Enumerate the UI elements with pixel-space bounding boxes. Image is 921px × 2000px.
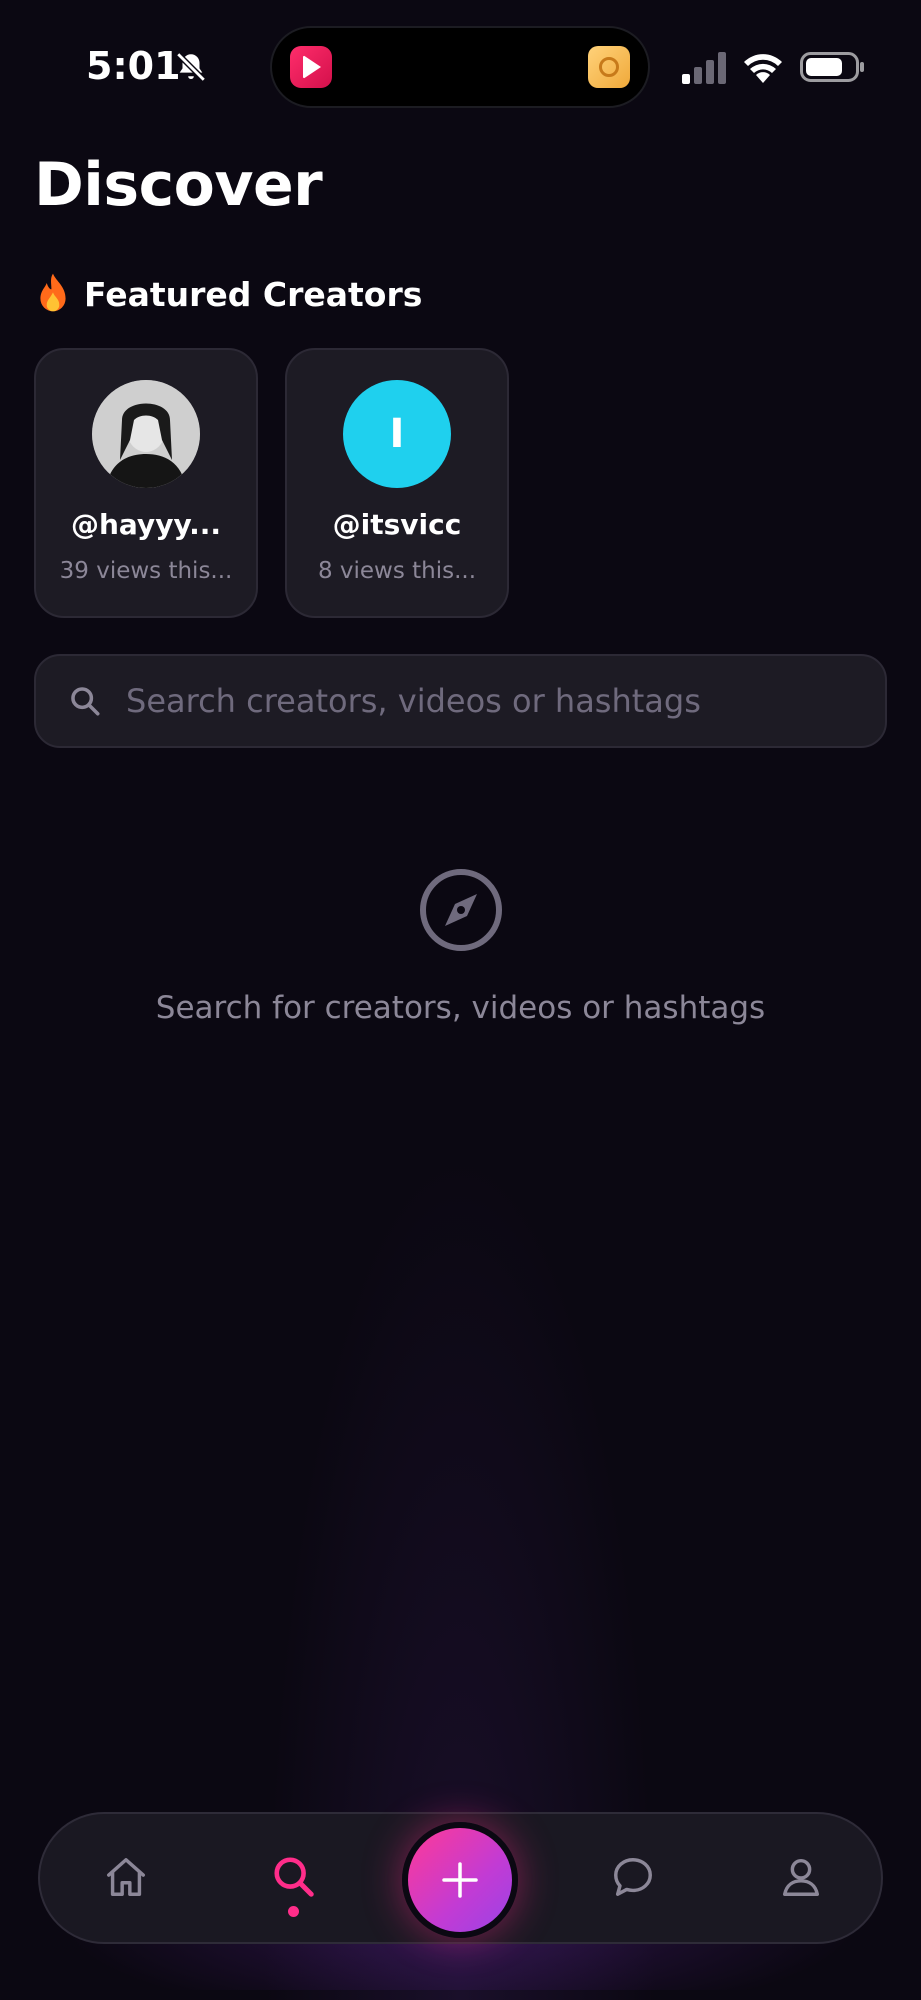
home-icon: [107, 1858, 145, 1896]
signal-icon: [682, 52, 726, 84]
creator-card[interactable]: @hayyy... 39 views this...: [34, 348, 258, 618]
create-button[interactable]: [402, 1822, 518, 1938]
plus-icon: [442, 1862, 478, 1898]
creator-handle: @hayyy...: [70, 508, 222, 541]
discover-screen: 5:01 Discover Featured Creators @hayyy..…: [0, 0, 921, 2000]
chat-icon: [614, 1858, 652, 1896]
creator-views: 39 views this...: [59, 558, 233, 584]
active-indicator: [288, 1906, 299, 1917]
camera-app-icon[interactable]: [588, 46, 630, 88]
play-app-icon[interactable]: [290, 46, 332, 88]
compass-icon: [420, 869, 502, 951]
dynamic-island: [270, 26, 650, 108]
creator-views: 8 views this...: [317, 558, 477, 584]
search-input[interactable]: [124, 681, 885, 721]
nav-profile[interactable]: [750, 1814, 850, 1946]
avatar[interactable]: [92, 380, 200, 488]
avatar[interactable]: I: [343, 380, 451, 488]
wifi-icon: [744, 54, 782, 83]
user-icon: [782, 1858, 820, 1896]
page-title: Discover: [34, 150, 323, 220]
search-icon: [71, 687, 100, 716]
creator-card[interactable]: I @itsvicc 8 views this...: [285, 348, 509, 618]
creator-handle: @itsvicc: [332, 508, 462, 541]
featured-creators-heading: Featured Creators: [34, 272, 422, 316]
bell-muted-icon: [176, 52, 206, 82]
status-time: 5:01: [86, 44, 181, 88]
nav-messages[interactable]: [582, 1814, 682, 1946]
nav-home[interactable]: [75, 1814, 175, 1946]
nav-search[interactable]: [243, 1814, 343, 1946]
avatar-letter: I: [389, 411, 405, 457]
fire-icon: [40, 273, 66, 312]
section-heading-label: Featured Creators: [84, 274, 423, 314]
search-icon: [274, 1857, 314, 1897]
empty-state-message: Search for creators, videos or hashtags: [155, 990, 766, 1026]
battery-icon: [800, 52, 864, 82]
search-bar[interactable]: [34, 654, 887, 748]
avatar-photo-icon: [92, 380, 200, 488]
